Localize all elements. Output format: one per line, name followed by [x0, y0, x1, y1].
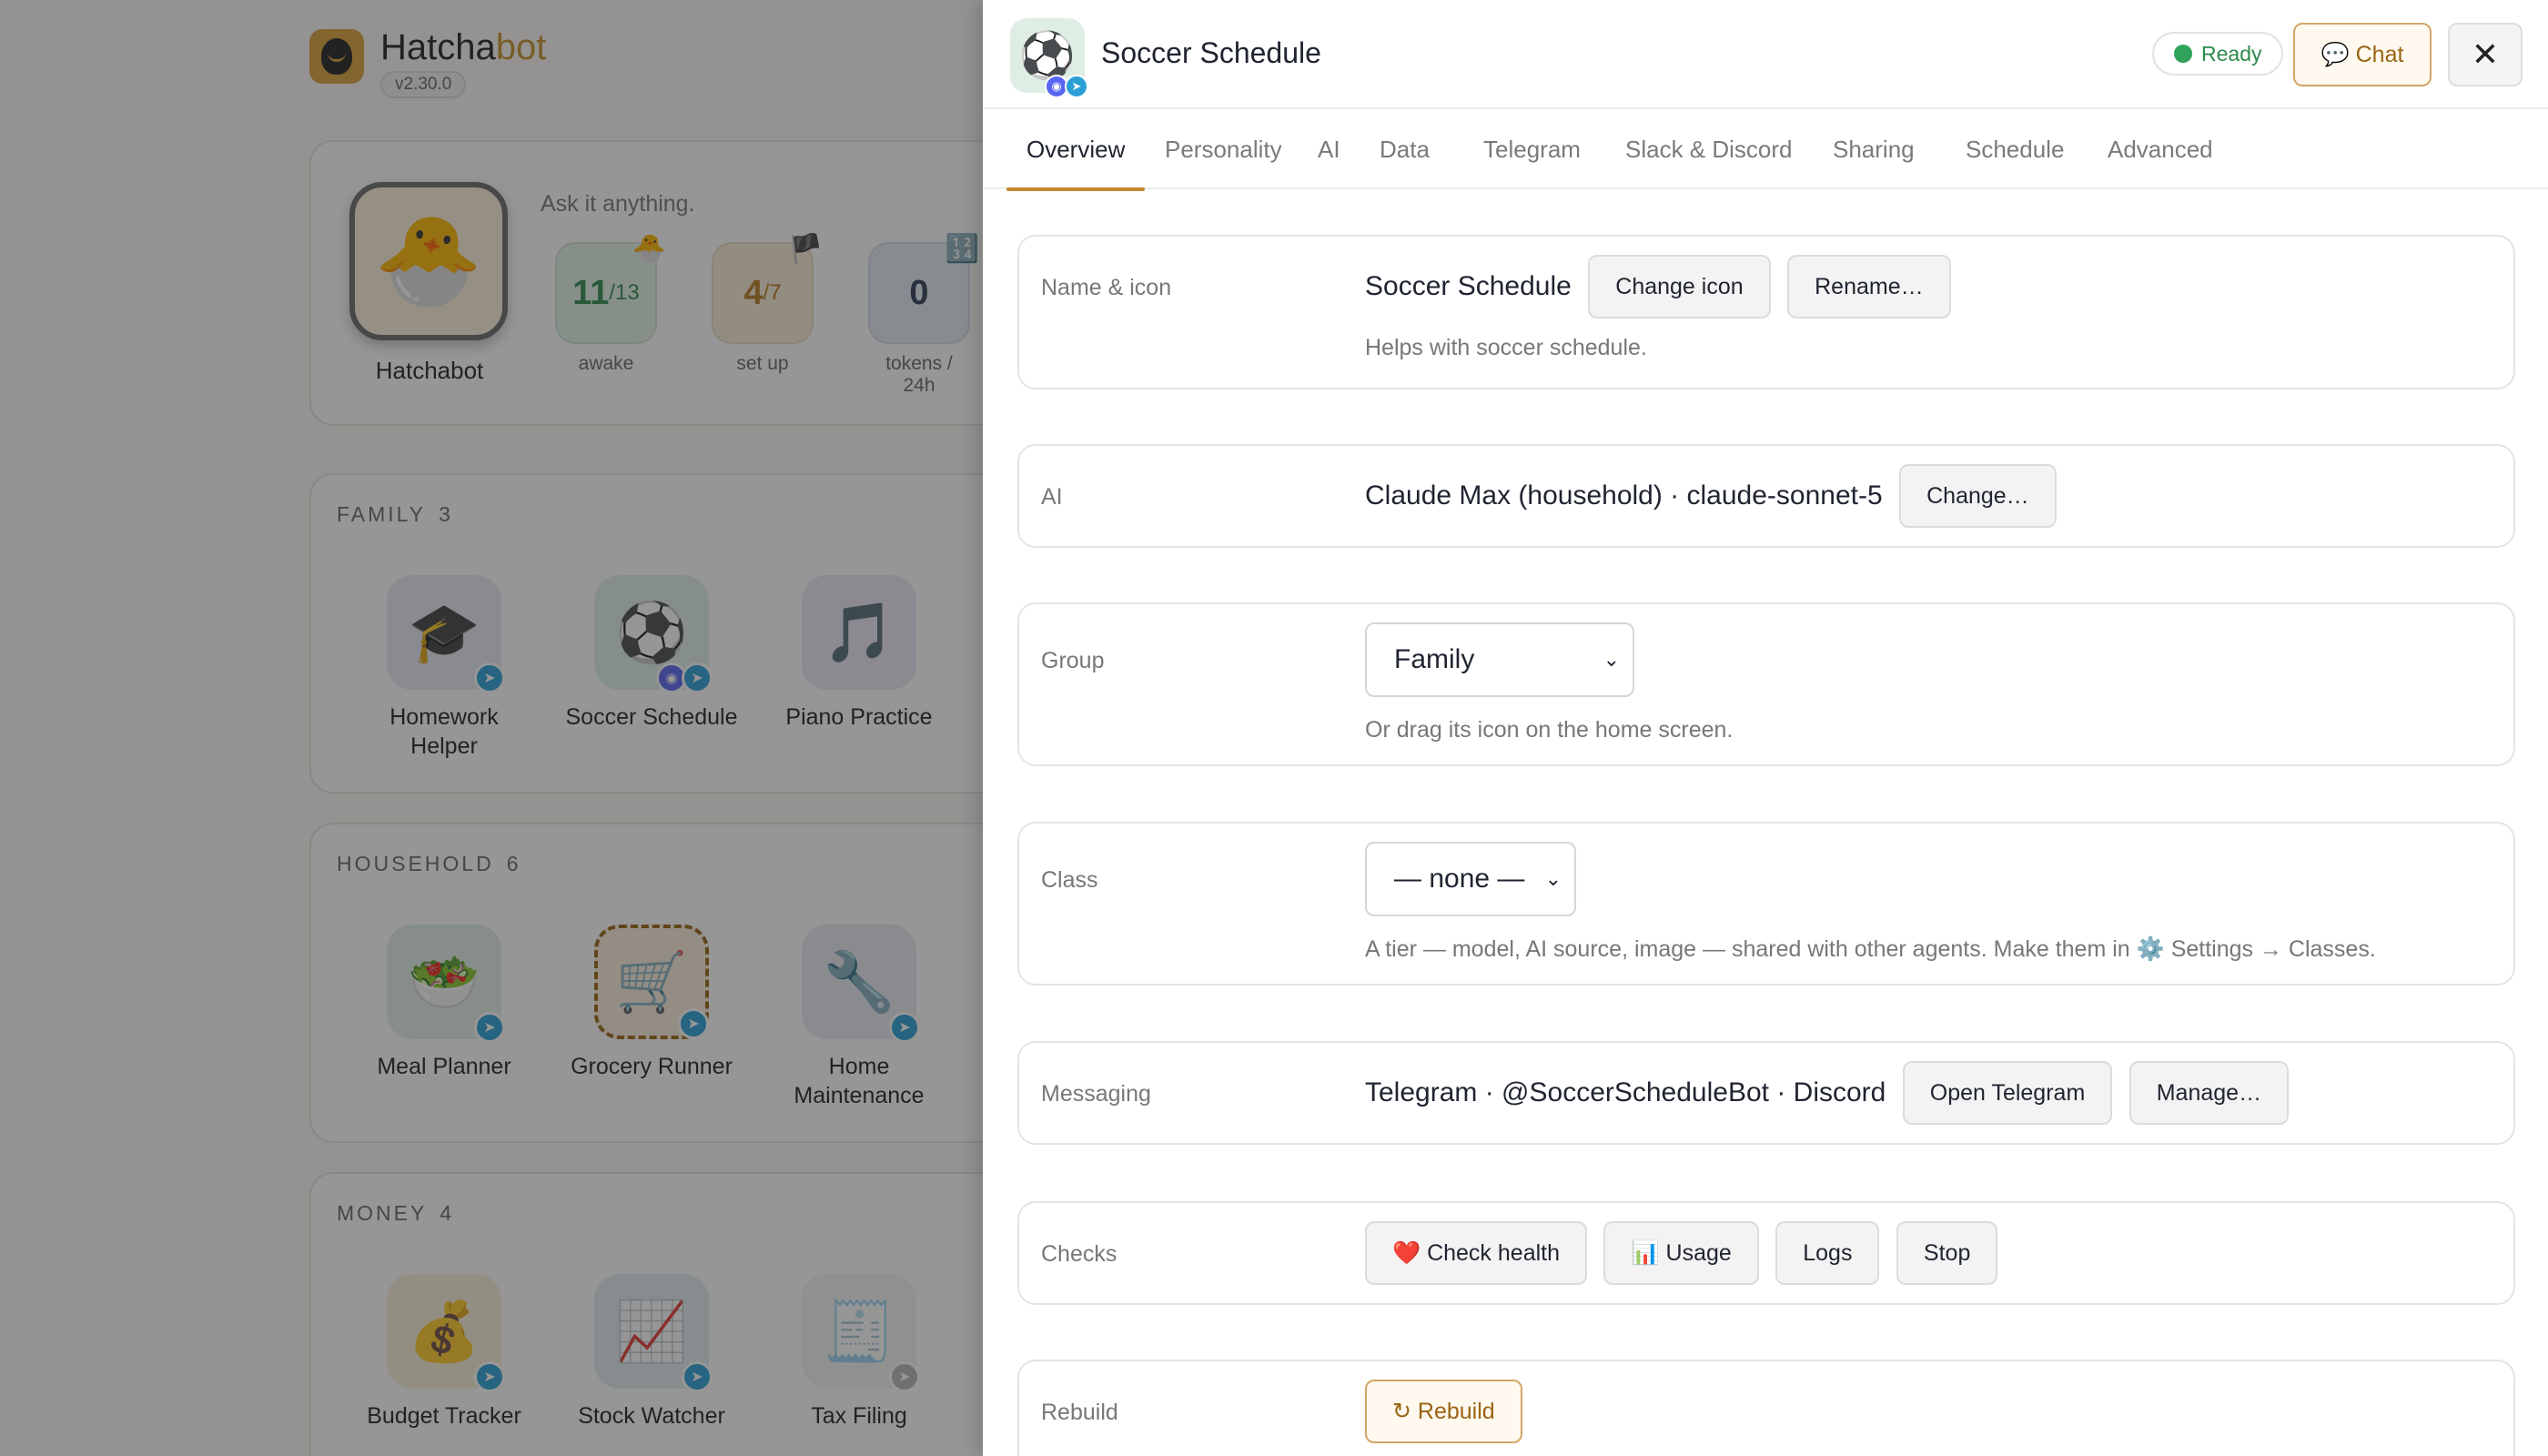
agent-name: Soccer Schedule	[1365, 271, 1572, 301]
change-ai-button[interactable]: Change…	[1899, 464, 2057, 528]
rename-button[interactable]: Rename…	[1787, 255, 1951, 318]
logs-button[interactable]: Logs	[1775, 1221, 1880, 1285]
drawer-title: Soccer Schedule	[1101, 36, 1321, 69]
tab-personality[interactable]: Personality	[1145, 109, 1302, 189]
agent-icon: ⚽ ◉ ➤	[1010, 18, 1088, 98]
row-rebuild: Rebuild ↻ Rebuild	[1017, 1360, 2515, 1456]
drawer-header: ⚽ ◉ ➤ Soccer Schedule Ready 💬 Chat ✕	[983, 0, 2548, 109]
chat-button[interactable]: 💬 Chat	[2293, 23, 2432, 86]
row-ai: AI Claude Max (household) · claude-sonne…	[1017, 444, 2515, 548]
check-health-button[interactable]: ❤️ Check health	[1365, 1221, 1587, 1285]
row-class: Class — none — ⌄ A tier — model, AI sourc…	[1017, 822, 2515, 986]
tab-sharing[interactable]: Sharing	[1813, 109, 1935, 189]
group-select[interactable]: Family ⌄	[1365, 622, 1634, 697]
ai-model: Claude Max (household) · claude-sonnet-5	[1365, 480, 1883, 511]
manage-messaging-button[interactable]: Manage…	[2128, 1061, 2290, 1125]
modal-backdrop[interactable]	[0, 0, 983, 1456]
tab-overview[interactable]: Overview	[1006, 109, 1146, 191]
chevron-down-icon: ⌄	[1544, 867, 1562, 890]
tab-advanced[interactable]: Advanced	[2088, 109, 2233, 189]
rebuild-button[interactable]: ↻ Rebuild	[1365, 1380, 1522, 1443]
tab-schedule[interactable]: Schedule	[1946, 109, 2084, 189]
agent-settings-drawer: ⚽ ◉ ➤ Soccer Schedule Ready 💬 Chat ✕ Ove…	[983, 0, 2548, 1456]
tab-data[interactable]: Data	[1360, 109, 1450, 189]
open-telegram-button[interactable]: Open Telegram	[1902, 1061, 2113, 1125]
tab-bar: Overview Personality AI Data Telegram Sl…	[983, 109, 2548, 191]
tab-ai[interactable]: AI	[1298, 109, 1360, 189]
tab-slack-discord[interactable]: Slack & Discord	[1605, 109, 1813, 189]
status-dot-icon	[2174, 45, 2192, 63]
usage-button[interactable]: 📊 Usage	[1603, 1221, 1759, 1285]
telegram-icon: ➤	[1065, 75, 1088, 98]
messaging-channels: Telegram · @SoccerScheduleBot · Discord	[1365, 1077, 1886, 1107]
change-icon-button[interactable]: Change icon	[1588, 255, 1771, 318]
row-checks: Checks ❤️ Check health 📊 Usage Logs Stop	[1017, 1201, 2515, 1305]
status-badge: Ready	[2152, 32, 2284, 76]
agent-description: Helps with soccer schedule.	[1365, 335, 1647, 360]
tab-telegram[interactable]: Telegram	[1463, 109, 1601, 189]
close-button[interactable]: ✕	[2448, 23, 2523, 86]
row-group: Group Family ⌄ Or drag its icon on the ho…	[1017, 602, 2515, 766]
row-messaging: Messaging Telegram · @SoccerScheduleBot …	[1017, 1041, 2515, 1145]
soccer-ball-icon: ⚽	[1018, 29, 1077, 81]
class-select[interactable]: — none — ⌄	[1365, 842, 1576, 916]
stop-button[interactable]: Stop	[1896, 1221, 1998, 1285]
row-name-icon: Name & icon Soccer Schedule Change icon …	[1017, 235, 2515, 389]
chevron-down-icon: ⌄	[1603, 648, 1620, 671]
